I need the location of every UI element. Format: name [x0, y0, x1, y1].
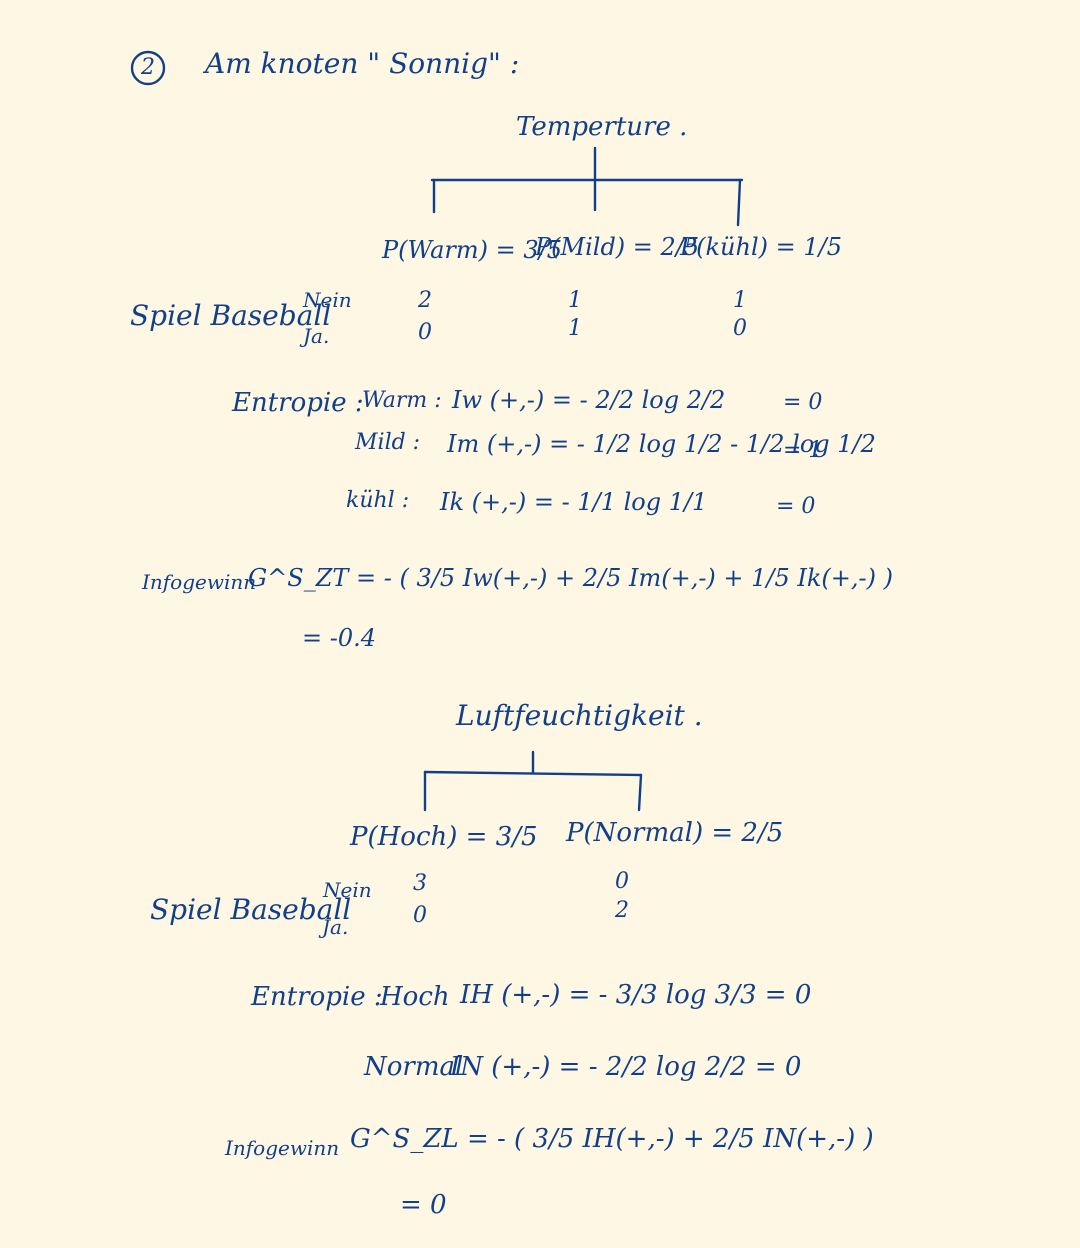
- temp-gain-formula: G^S_ZT = - ( 3/5 Iw(+,-) + 2/5 Im(+,-) +…: [248, 564, 893, 592]
- hum-gain-result: = 0: [400, 1190, 447, 1220]
- hum-entropy-hoch-name: Hoch: [380, 982, 450, 1012]
- hum-entropy-label: Entropie :: [251, 982, 383, 1012]
- hum-entropy-hoch-formula: IH (+,-) = - 3/3 log 3/3 = 0: [460, 980, 812, 1010]
- notes-page: 2 Am knoten " Sonnig" : Temperture . P(W…: [0, 0, 1080, 1248]
- temp-entropy-label: Entropie :: [232, 388, 364, 418]
- hum-branch-1: P(Hoch) = 3/5: [350, 822, 538, 852]
- temp-entropy-warm-name: Warm :: [362, 388, 442, 413]
- section-heading: Am knoten " Sonnig" :: [205, 47, 520, 80]
- hum-count-nein-hoch: 3: [413, 871, 427, 896]
- temp-entropy-mild-result: = 1: [783, 438, 823, 463]
- temp-entropy-kuehl-name: kühl :: [346, 488, 410, 513]
- temp-entropy-warm-formula: Iw (+,-) = - 2/2 log 2/2: [452, 386, 726, 414]
- temp-title: Temperture .: [516, 112, 688, 142]
- temp-entropy-warm-result: = 0: [783, 390, 823, 415]
- temp-entropy-kuehl-result: = 0: [776, 494, 816, 519]
- temp-gain-label: Infogewinn: [142, 570, 257, 594]
- temp-count-nein-kuehl: 1: [733, 288, 747, 313]
- temp-count-nein-mild: 1: [568, 288, 582, 313]
- hum-bar: [423, 770, 643, 777]
- temp-count-ja-kuehl: 0: [733, 316, 747, 341]
- hum-count-ja-hoch: 0: [413, 903, 427, 928]
- temp-branch-3: P(kühl) = 1/5: [680, 233, 842, 261]
- temp-entropy-mild-name: Mild :: [355, 430, 421, 455]
- temp-count-nein-warm: 2: [418, 288, 432, 313]
- temp-branch-2: P(Mild) = 2/5: [535, 233, 700, 261]
- step-number: 2: [141, 55, 155, 80]
- temp-branch-kuehl: [736, 178, 742, 227]
- temp-class-ja: Ja.: [303, 324, 330, 348]
- hum-count-nein-normal: 0: [615, 869, 629, 894]
- hum-entropy-normal-formula: IN (+,-) = - 2/2 log 2/2 = 0: [450, 1052, 802, 1082]
- temp-entropy-kuehl-formula: Ik (+,-) = - 1/1 log 1/1: [440, 488, 708, 516]
- temp-row-label: Spiel Baseball: [130, 299, 332, 332]
- hum-branch-normal: [637, 773, 643, 812]
- temp-gain-result: = -0.4: [302, 624, 377, 652]
- temp-class-nein: Nein: [303, 288, 352, 312]
- hum-gain-formula: G^S_ZL = - ( 3/5 IH(+,-) + 2/5 IN(+,-) ): [350, 1124, 874, 1154]
- hum-branch-2: P(Normal) = 2/5: [566, 818, 784, 848]
- hum-gain-label: Infogewinn: [225, 1136, 340, 1160]
- hum-class-ja: Ja.: [322, 915, 349, 939]
- hum-count-ja-normal: 2: [615, 898, 629, 923]
- hum-class-nein: Nein: [323, 878, 372, 902]
- temp-count-ja-mild: 1: [568, 316, 582, 341]
- hum-title: Luftfeuchtigkeit .: [456, 699, 703, 732]
- hum-entropy-normal-name: Normal: [364, 1052, 464, 1082]
- temp-count-ja-warm: 0: [418, 320, 432, 345]
